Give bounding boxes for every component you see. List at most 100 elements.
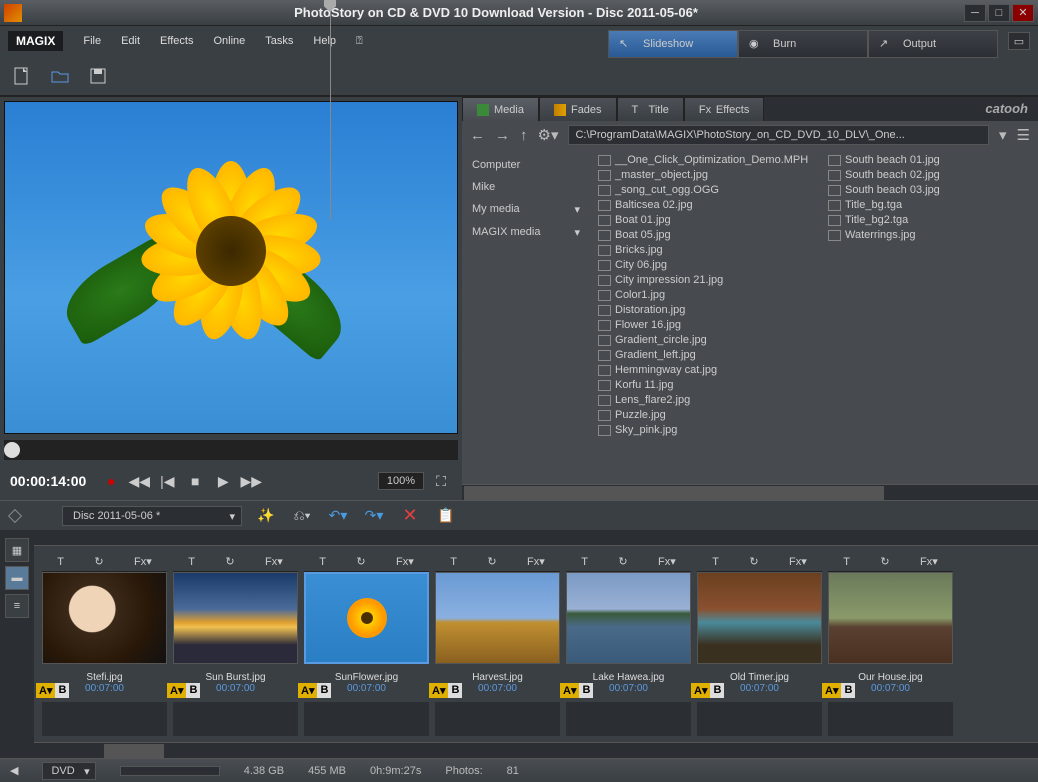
- clip-title-btn[interactable]: T: [581, 556, 588, 568]
- paste-button[interactable]: 📋: [434, 504, 458, 528]
- clip-title-btn[interactable]: T: [450, 556, 457, 568]
- clip[interactable]: T↻Fx▾A▾BLake Hawea.jpg00:07:00: [566, 552, 691, 736]
- nav-forward[interactable]: →: [495, 127, 510, 144]
- file-item[interactable]: Distoration.jpg: [594, 303, 824, 317]
- ab-transition[interactable]: A▾B: [560, 683, 593, 698]
- file-item[interactable]: Lens_flare2.jpg: [594, 393, 824, 407]
- tab-fades[interactable]: Fades: [539, 97, 617, 121]
- file-item[interactable]: Waterrings.jpg: [824, 228, 944, 242]
- clip-thumbnail[interactable]: [173, 572, 298, 664]
- clip-title-btn[interactable]: T: [188, 556, 195, 568]
- file-item[interactable]: City 06.jpg: [594, 258, 824, 272]
- play-button[interactable]: ▶: [212, 470, 234, 492]
- clip[interactable]: T↻Fx▾A▾BSun Burst.jpg00:07:00: [173, 552, 298, 736]
- maximize-button[interactable]: □: [988, 4, 1010, 22]
- file-item[interactable]: Boat 05.jpg: [594, 228, 824, 242]
- menu-help-icon[interactable]: ⍰: [348, 31, 371, 52]
- clip[interactable]: T↻Fx▾A▾BSunFlower.jpg00:07:00: [304, 552, 429, 736]
- wizard-button[interactable]: ✨: [254, 504, 278, 528]
- clip-fx-btn[interactable]: Fx▾: [920, 555, 938, 568]
- catooh-link[interactable]: catooh: [975, 97, 1038, 121]
- tab-title[interactable]: TTitle: [617, 97, 684, 121]
- file-item[interactable]: _master_object.jpg: [594, 168, 824, 182]
- stop-button[interactable]: ■: [184, 470, 206, 492]
- scrubber[interactable]: [4, 440, 458, 460]
- clip-title-btn[interactable]: T: [843, 556, 850, 568]
- zoom-select[interactable]: 100%: [378, 472, 424, 490]
- chevron-left-icon[interactable]: ◀: [10, 764, 18, 777]
- delete-button[interactable]: ✕: [398, 504, 422, 528]
- record-button[interactable]: ●: [100, 470, 122, 492]
- timeline-hscroll[interactable]: [34, 742, 1038, 758]
- clip-thumbnail[interactable]: [42, 572, 167, 664]
- mode-slideshow[interactable]: ↖Slideshow: [608, 30, 738, 58]
- path-dropdown[interactable]: ▾: [999, 126, 1007, 144]
- view-timeline[interactable]: ≡: [5, 594, 29, 618]
- view-grid[interactable]: ▦: [5, 538, 29, 562]
- menu-effects[interactable]: Effects: [152, 31, 201, 51]
- clip-rotate-btn[interactable]: ↻: [356, 555, 365, 568]
- nav-options[interactable]: ⚙▾: [538, 126, 559, 144]
- file-item[interactable]: _song_cut_ogg.OGG: [594, 183, 824, 197]
- settings-button[interactable]: ▭: [1008, 32, 1030, 50]
- clip[interactable]: T↻Fx▾A▾BOld Timer.jpg00:07:00: [697, 552, 822, 736]
- clip-thumbnail[interactable]: [828, 572, 953, 664]
- marker-icon[interactable]: [8, 508, 22, 522]
- ab-transition[interactable]: A▾B: [36, 683, 69, 698]
- clip-rotate-btn[interactable]: ↻: [225, 555, 234, 568]
- file-item[interactable]: Boat 01.jpg: [594, 213, 824, 227]
- open-button[interactable]: [48, 64, 72, 88]
- rewind-button[interactable]: ◀◀: [128, 470, 150, 492]
- menu-file[interactable]: File: [75, 31, 109, 51]
- file-item[interactable]: Korfu 11.jpg: [594, 378, 824, 392]
- timeline-ruler[interactable]: [34, 530, 1038, 546]
- menu-tasks[interactable]: Tasks: [257, 31, 301, 51]
- clip[interactable]: T↻Fx▾A▾BStefi.jpg00:07:00: [42, 552, 167, 736]
- menu-help[interactable]: Help: [305, 31, 344, 51]
- clip-rotate-btn[interactable]: ↻: [487, 555, 496, 568]
- clip-title-btn[interactable]: T: [57, 556, 64, 568]
- file-item[interactable]: __One_Click_Optimization_Demo.MPH: [594, 153, 824, 167]
- file-item[interactable]: Balticsea 02.jpg: [594, 198, 824, 212]
- clip-rotate-btn[interactable]: ↻: [880, 555, 889, 568]
- ab-transition[interactable]: A▾B: [167, 683, 200, 698]
- clip-fx-btn[interactable]: Fx▾: [527, 555, 545, 568]
- tree-mymedia[interactable]: My media▾: [472, 203, 580, 216]
- tree-user[interactable]: Mike: [472, 181, 580, 193]
- menu-online[interactable]: Online: [205, 31, 253, 51]
- undo-button[interactable]: ↶▾: [326, 504, 350, 528]
- prev-button[interactable]: |◀: [156, 470, 178, 492]
- disc-select[interactable]: Disc 2011-05-06 *: [62, 506, 242, 526]
- save-button[interactable]: [86, 64, 110, 88]
- file-item[interactable]: South beach 02.jpg: [824, 168, 944, 182]
- nav-up[interactable]: ↑: [520, 127, 528, 144]
- menu-edit[interactable]: Edit: [113, 31, 148, 51]
- clip-rotate-btn[interactable]: ↻: [94, 555, 103, 568]
- file-item[interactable]: Sky_pink.jpg: [594, 423, 824, 437]
- clip-rotate-btn[interactable]: ↻: [618, 555, 627, 568]
- clip-fx-btn[interactable]: Fx▾: [658, 555, 676, 568]
- tree-computer[interactable]: Computer: [472, 159, 580, 171]
- nav-back[interactable]: ←: [470, 127, 485, 144]
- scrubber-handle[interactable]: [4, 442, 20, 458]
- browser-hscroll[interactable]: [462, 484, 1038, 500]
- new-button[interactable]: [10, 64, 34, 88]
- clip-fx-btn[interactable]: Fx▾: [134, 555, 152, 568]
- clip-title-btn[interactable]: T: [712, 556, 719, 568]
- ab-transition[interactable]: A▾B: [691, 683, 724, 698]
- file-item[interactable]: Title_bg.tga: [824, 198, 944, 212]
- tab-media[interactable]: Media: [462, 97, 539, 121]
- tab-effects[interactable]: FxEffects: [684, 97, 764, 121]
- clip-thumbnail[interactable]: [697, 572, 822, 664]
- file-item[interactable]: Puzzle.jpg: [594, 408, 824, 422]
- clip-rotate-btn[interactable]: ↻: [749, 555, 758, 568]
- path-box[interactable]: C:\ProgramData\MAGIX\PhotoStory_on_CD_DV…: [568, 125, 989, 145]
- file-item[interactable]: Flower 16.jpg: [594, 318, 824, 332]
- clip-fx-btn[interactable]: Fx▾: [265, 555, 283, 568]
- split-button[interactable]: ⎌▾: [290, 504, 314, 528]
- clip-title-btn[interactable]: T: [319, 556, 326, 568]
- clip-thumbnail[interactable]: [566, 572, 691, 664]
- file-item[interactable]: Hemmingway cat.jpg: [594, 363, 824, 377]
- redo-button[interactable]: ↷▾: [362, 504, 386, 528]
- media-type-select[interactable]: DVD: [42, 762, 95, 780]
